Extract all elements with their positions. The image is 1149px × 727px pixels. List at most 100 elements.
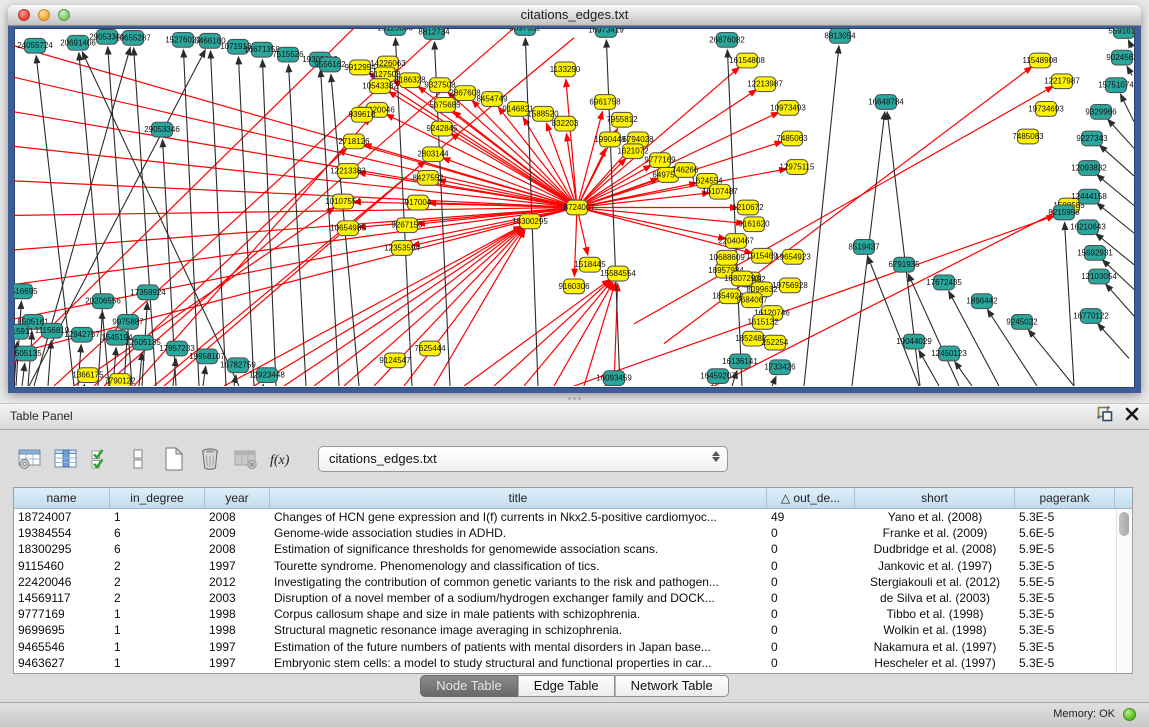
graph-node[interactable]: 9505135 bbox=[14, 346, 42, 361]
graph-node[interactable]: 12975115 bbox=[780, 160, 816, 175]
scrollbar-thumb[interactable] bbox=[1119, 512, 1129, 536]
graph-node[interactable]: 19756928 bbox=[772, 278, 808, 293]
table-cell[interactable]: 2009 bbox=[205, 525, 270, 541]
table-cell[interactable]: 14569117 bbox=[14, 590, 110, 606]
graph-node[interactable]: 12942757 bbox=[64, 327, 100, 342]
table-cell[interactable]: 1 bbox=[110, 606, 205, 622]
graph-node[interactable]: 17672435 bbox=[926, 275, 962, 290]
graph-node[interactable]: 18724007 bbox=[559, 200, 595, 215]
table-cell[interactable]: 0 bbox=[767, 541, 855, 557]
table-row[interactable]: 946554611997Estimation of the future num… bbox=[14, 639, 1132, 655]
graph-node[interactable]: 10973493 bbox=[770, 100, 806, 115]
graph-node[interactable]: 17359924 bbox=[130, 285, 166, 300]
graph-node[interactable]: 939618 bbox=[349, 107, 376, 122]
table-cell[interactable]: 0 bbox=[767, 622, 855, 638]
graph-node[interactable]: 20206556 bbox=[85, 294, 121, 309]
tab-node-table[interactable]: Node Table bbox=[420, 675, 518, 697]
table-cell[interactable]: Jankovic et al. (1997) bbox=[855, 558, 1015, 574]
window-titlebar[interactable]: citations_edges.txt bbox=[8, 5, 1141, 26]
graph-node[interactable]: 10688609 bbox=[709, 250, 745, 265]
table-cell[interactable]: Corpus callosum shape and size in male p… bbox=[270, 606, 767, 622]
table-cell[interactable]: Franke et al. (2009) bbox=[855, 525, 1015, 541]
graph-node[interactable]: 9245022 bbox=[1006, 314, 1038, 329]
graph-node[interactable]: 1210672 bbox=[732, 200, 764, 215]
graph-node[interactable]: 6961758 bbox=[589, 95, 621, 110]
graph-node[interactable]: 10654985 bbox=[330, 221, 366, 236]
graph-node[interactable]: 15751074 bbox=[1098, 78, 1134, 93]
graph-node[interactable]: 26876082 bbox=[709, 32, 745, 47]
graph-node[interactable]: 12923448 bbox=[249, 368, 285, 383]
table-cell[interactable]: Wolkin et al. (1998) bbox=[855, 622, 1015, 638]
graph-node[interactable]: 9124547 bbox=[379, 353, 411, 368]
table-cell[interactable]: 0 bbox=[767, 558, 855, 574]
column-header-name[interactable]: name bbox=[14, 488, 110, 508]
graph-node[interactable]: 1733426 bbox=[764, 360, 796, 375]
graph-node[interactable]: 9161620 bbox=[738, 217, 770, 232]
graph-node[interactable]: 3915911 bbox=[14, 324, 34, 339]
table-cell[interactable]: 2012 bbox=[205, 574, 270, 590]
table-cell[interactable]: 0 bbox=[767, 574, 855, 590]
table-cell[interactable]: Tourette syndrome. Phenomenology and cla… bbox=[270, 558, 767, 574]
graph-node[interactable]: 8813054 bbox=[824, 28, 856, 43]
table-cell[interactable]: 9777169 bbox=[14, 606, 110, 622]
close-panel-icon[interactable] bbox=[1125, 407, 1139, 426]
graph-node[interactable]: 16154808 bbox=[729, 53, 765, 68]
graph-node[interactable]: 15692931 bbox=[1077, 245, 1113, 260]
table-cell[interactable]: 49 bbox=[767, 509, 855, 525]
table-cell[interactable]: 9465546 bbox=[14, 639, 110, 655]
table-cell[interactable]: 2 bbox=[110, 574, 205, 590]
table-cell[interactable]: 9699695 bbox=[14, 622, 110, 638]
column-header-title[interactable]: title bbox=[270, 488, 767, 508]
graph-node[interactable]: 10107554 bbox=[325, 194, 361, 209]
table-cell[interactable]: 0 bbox=[767, 655, 855, 671]
table-cell[interactable]: 0 bbox=[767, 606, 855, 622]
graph-node[interactable]: 24055724 bbox=[17, 38, 53, 53]
graph-node[interactable]: 7955812 bbox=[606, 112, 638, 127]
tab-edge-table[interactable]: Edge Table bbox=[518, 675, 615, 697]
graph-node[interactable]: 15123608 bbox=[377, 28, 413, 35]
table-selector-dropdown[interactable]: citations_edges.txt bbox=[318, 446, 728, 472]
graph-node[interactable]: 7625444 bbox=[414, 341, 446, 356]
row-height-icon[interactable] bbox=[124, 445, 152, 473]
table-cell[interactable]: 6 bbox=[110, 525, 205, 541]
graph-node[interactable]: 7485083 bbox=[1012, 129, 1044, 144]
graph-node[interactable]: 5591614 bbox=[1108, 28, 1135, 38]
graph-node[interactable]: 9267150 bbox=[391, 218, 423, 233]
graph-node[interactable]: 5675685 bbox=[429, 98, 461, 113]
graph-node[interactable]: 16093459 bbox=[596, 371, 632, 386]
graph-node[interactable]: 9024563 bbox=[1106, 50, 1135, 65]
graph-node[interactable]: 832203 bbox=[552, 116, 579, 131]
network-canvas[interactable]: 1872400718300295155845549912954142260639… bbox=[14, 28, 1135, 386]
show-columns-icon[interactable] bbox=[52, 445, 80, 473]
table-cell[interactable]: 0 bbox=[767, 590, 855, 606]
table-row[interactable]: 977716911998Corpus callosum shape and si… bbox=[14, 606, 1132, 622]
graph-node[interactable]: 12213987 bbox=[747, 77, 783, 92]
table-cell[interactable]: Estimation of significance thresholds fo… bbox=[270, 541, 767, 557]
graph-node[interactable]: 8812734 bbox=[418, 28, 450, 39]
table-cell[interactable]: de Silva et al. (2003) bbox=[855, 590, 1015, 606]
panel-divider-grip[interactable] bbox=[567, 396, 581, 402]
graph-node[interactable]: 16973419 bbox=[588, 28, 624, 37]
graph-node[interactable]: 1615132 bbox=[747, 314, 779, 329]
table-cell[interactable]: 9115460 bbox=[14, 558, 110, 574]
graph-node[interactable]: 1990448 bbox=[594, 132, 626, 147]
graph-node[interactable]: 15584554 bbox=[600, 266, 636, 281]
table-cell[interactable]: 5.3E-5 bbox=[1015, 558, 1115, 574]
table-cell[interactable]: 5.6E-5 bbox=[1015, 525, 1115, 541]
table-cell[interactable]: 5.5E-5 bbox=[1015, 574, 1115, 590]
graph-node[interactable]: 2516695 bbox=[14, 284, 38, 299]
table-cell[interactable]: Embryonic stem cells: a model to study s… bbox=[270, 655, 767, 671]
import-table-icon[interactable] bbox=[232, 445, 260, 473]
table-cell[interactable]: Disruption of a novel member of a sodium… bbox=[270, 590, 767, 606]
table-cell[interactable]: 1997 bbox=[205, 639, 270, 655]
graph-node[interactable]: 11548908 bbox=[1023, 53, 1059, 68]
graph-node[interactable]: 9684067 bbox=[736, 293, 768, 308]
delete-table-icon[interactable] bbox=[196, 445, 224, 473]
select-rows-icon[interactable] bbox=[88, 445, 116, 473]
graph-node[interactable]: 917004 bbox=[405, 195, 432, 210]
graph-node[interactable]: 9160306 bbox=[558, 279, 590, 294]
graph-node[interactable]: 6791935 bbox=[888, 257, 920, 272]
table-row[interactable]: 1872400712008Changes of HCN gene express… bbox=[14, 509, 1132, 525]
graph-node[interactable]: 16648784 bbox=[868, 95, 904, 110]
table-cell[interactable]: 5.3E-5 bbox=[1015, 606, 1115, 622]
